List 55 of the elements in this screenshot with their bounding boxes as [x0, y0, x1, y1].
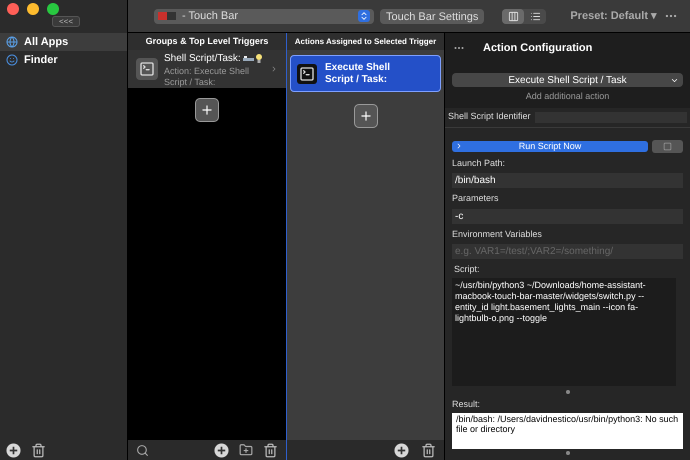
column-header: Groups & Top Level Triggers	[128, 33, 286, 50]
columns-icon	[508, 10, 519, 22]
sidebar-item[interactable]: Finder	[0, 51, 127, 69]
collapse-button[interactable]: <<<	[52, 16, 80, 27]
field-label: Script:	[453, 263, 481, 276]
column-header: Actions Assigned to Selected Trigger	[287, 33, 444, 50]
new-folder-icon[interactable]	[239, 443, 253, 457]
window-icon	[663, 142, 672, 150]
device-select[interactable]: - Touch Bar	[154, 8, 374, 24]
text-field[interactable]: -c	[452, 208, 683, 224]
text-field[interactable]: /bin/bash	[452, 173, 683, 188]
panel-title: Action Configuration	[483, 40, 592, 56]
trash-icon[interactable]	[31, 442, 46, 458]
field-label: Launch Path:	[452, 156, 506, 170]
resize-handle[interactable]	[566, 451, 570, 455]
add-action-button[interactable]	[354, 104, 378, 128]
minimize-button[interactable]	[27, 3, 39, 15]
plus-icon	[200, 103, 214, 117]
add-icon[interactable]	[214, 442, 229, 458]
chevron-icon	[455, 142, 463, 150]
search-icon[interactable]	[136, 444, 149, 456]
sidebar-item[interactable]: All Apps	[0, 33, 127, 51]
lightbulb-icon	[256, 54, 262, 62]
trigger-item[interactable]: Shell Script/Task: Action: Execute Shell Script / Task:	[128, 50, 286, 88]
window-button[interactable]	[652, 140, 683, 152]
add-icon[interactable]	[6, 442, 21, 458]
terminal-icon	[136, 58, 158, 80]
view-mode-button[interactable]	[502, 8, 524, 24]
trash-icon[interactable]	[263, 442, 278, 458]
field-label: Parameters	[452, 192, 500, 205]
chevron-icon	[270, 65, 278, 73]
plus-icon	[358, 109, 372, 123]
finder-icon	[6, 54, 18, 66]
field-label: Result:	[452, 398, 482, 410]
bed-icon	[242, 54, 254, 62]
field-label: Shell Script Identifier	[448, 110, 531, 124]
preset-menu[interactable]: Preset: Default ▾	[570, 8, 658, 24]
field-label: Environment Variables	[452, 228, 543, 240]
run-script-button[interactable]: Run Script Now	[452, 140, 648, 152]
touchbar-icon	[158, 12, 176, 20]
result-box: /bin/bash: /Users/davidnestico/usr/bin/python3: No such file or directory	[452, 413, 683, 449]
action-item[interactable]: Execute Shell Script / Task:	[290, 55, 441, 92]
script-editor[interactable]: ~/usr/bin/python3 ~/Downloads/home-assistant-macbook-touch-bar-master/widgets/switch.py --entity_id light.basement_lights_main --icon fa-lightbulb-o.png --toggle	[452, 278, 676, 386]
zoom-button[interactable]	[47, 3, 59, 15]
add-trigger-button[interactable]	[195, 98, 219, 122]
add-icon[interactable]	[394, 442, 409, 458]
add-action-link[interactable]: Add additional action	[526, 90, 610, 104]
resize-handle[interactable]	[566, 390, 570, 394]
stepper-icon	[358, 10, 370, 22]
close-button[interactable]	[7, 3, 19, 15]
action-select[interactable]: Execute Shell Script / Task	[452, 73, 683, 87]
trash-icon[interactable]	[421, 442, 436, 458]
terminal-icon	[297, 64, 317, 84]
settings-button[interactable]: Touch Bar Settings	[380, 8, 484, 24]
globe-icon	[6, 36, 18, 48]
